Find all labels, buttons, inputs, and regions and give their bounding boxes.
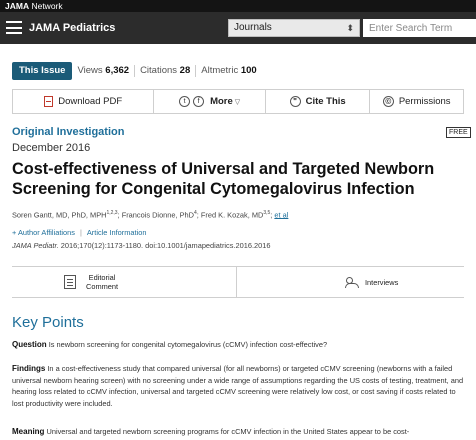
more-button[interactable]: More — [210, 96, 233, 107]
related-content-tabs: Editorial Comment Interviews — [12, 266, 464, 298]
facebook-icon[interactable]: f — [193, 96, 205, 107]
key-point-meaning: Meaning Universal and targeted newborn s… — [12, 427, 410, 436]
interviews-label: Interviews — [365, 277, 399, 287]
jama-network-logo[interactable]: JAMA Network — [5, 1, 63, 11]
download-pdf-button[interactable]: Download PDF — [13, 90, 155, 113]
publication-date: December 2016 — [12, 142, 91, 154]
cite-this-button[interactable]: " Cite This — [266, 90, 371, 113]
interview-icon — [345, 276, 359, 288]
editorial-comment-label: Editorial Comment — [86, 273, 119, 291]
journals-select-label: Journals — [234, 22, 272, 33]
download-pdf-label: Download PDF — [58, 96, 123, 107]
tab-interviews[interactable]: Interviews — [237, 267, 464, 297]
permissions-label: Permissions — [398, 96, 451, 107]
tab-editorial-comment[interactable]: Editorial Comment — [12, 267, 237, 297]
key-point-findings: Findings In a cost-effectiveness study t… — [12, 364, 464, 408]
chevron-down-icon: ▽ — [234, 98, 241, 106]
article-links: + Author Affiliations | Article Informat… — [12, 228, 146, 237]
search-input[interactable] — [363, 19, 476, 37]
citation: JAMA Pediatr. 2016;170(12):1173-1180. do… — [12, 241, 271, 250]
views-stat: Views 6,362 — [72, 65, 136, 77]
twitter-icon[interactable]: t — [179, 96, 191, 107]
menu-icon[interactable] — [6, 21, 22, 34]
author-list: Soren Gantt, MD, PhD, MPH1,2,3; Francois… — [12, 210, 289, 220]
share-more-group: t f More ▽ — [154, 90, 266, 113]
free-badge: FREE — [446, 127, 471, 138]
divider: | — [79, 228, 82, 237]
permissions-button[interactable]: © Permissions — [370, 90, 463, 113]
altmetric-stat[interactable]: Altmetric 100 — [196, 65, 261, 77]
journals-select[interactable]: Journals ⬍ — [228, 19, 360, 37]
et-al-link[interactable]: et al — [274, 210, 288, 219]
article-type: Original Investigation — [12, 126, 125, 138]
journal-title[interactable]: JAMA Pediatrics — [29, 21, 115, 35]
document-icon — [64, 275, 76, 289]
copyright-icon: © — [382, 96, 394, 107]
chevron-down-icon: ⬍ — [346, 23, 354, 33]
article-stats: This Issue Views 6,362 Citations 28 Altm… — [12, 62, 262, 80]
article-toolbar: Download PDF t f More ▽ " Cite This © Pe… — [12, 89, 464, 114]
journal-header: JAMA Pediatrics Journals ⬍ — [0, 12, 476, 44]
pdf-icon — [44, 96, 54, 107]
key-points-heading: Key Points — [12, 314, 84, 331]
quote-icon: " — [289, 96, 301, 107]
article-title: Cost-effectiveness of Universal and Targ… — [12, 160, 435, 198]
citations-stat[interactable]: Citations 28 — [135, 65, 197, 77]
this-issue-button[interactable]: This Issue — [12, 62, 73, 80]
cite-this-label: Cite This — [305, 96, 346, 107]
key-point-question: Question Is newborn screening for congen… — [12, 340, 328, 349]
network-bar: JAMA Network — [0, 0, 476, 12]
article-information-link[interactable]: Article Information — [87, 228, 147, 237]
author-affiliations-link[interactable]: + Author Affiliations — [12, 228, 75, 237]
